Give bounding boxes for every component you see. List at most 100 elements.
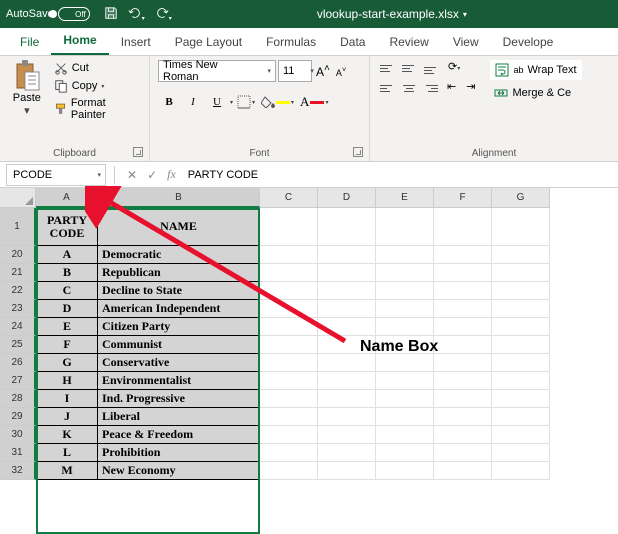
cell[interactable]: [376, 300, 434, 318]
cell[interactable]: American Independent: [98, 300, 260, 318]
align-right-icon[interactable]: [422, 80, 440, 96]
wrap-text-button[interactable]: abWrap Text: [490, 60, 581, 80]
row-header[interactable]: 30: [0, 426, 36, 444]
paste-button[interactable]: Paste ▾: [8, 60, 46, 146]
col-header-f[interactable]: F: [434, 188, 492, 208]
cell[interactable]: [260, 282, 318, 300]
cell[interactable]: [376, 264, 434, 282]
cell[interactable]: [260, 318, 318, 336]
autosave-toggle[interactable]: AutoSave Off: [6, 7, 90, 21]
cell[interactable]: [434, 282, 492, 300]
cell[interactable]: [434, 354, 492, 372]
row-header[interactable]: 20: [0, 246, 36, 264]
insert-function-icon[interactable]: fx: [167, 167, 176, 182]
cell[interactable]: [434, 390, 492, 408]
cell[interactable]: [492, 372, 550, 390]
cell[interactable]: [260, 372, 318, 390]
cell[interactable]: [434, 300, 492, 318]
cell[interactable]: L: [36, 444, 98, 462]
cell[interactable]: [492, 462, 550, 480]
cell[interactable]: Prohibition: [98, 444, 260, 462]
decrease-font-icon[interactable]: A˅: [334, 65, 348, 78]
cell[interactable]: [260, 426, 318, 444]
cell[interactable]: [492, 408, 550, 426]
cell[interactable]: [318, 208, 376, 246]
col-header-g[interactable]: G: [492, 188, 550, 208]
row-header[interactable]: 28: [0, 390, 36, 408]
cell[interactable]: [492, 300, 550, 318]
cell[interactable]: [434, 372, 492, 390]
cell[interactable]: [318, 282, 376, 300]
cell[interactable]: [492, 444, 550, 462]
cell[interactable]: [434, 336, 492, 354]
align-center-icon[interactable]: [400, 80, 418, 96]
col-header-a[interactable]: A: [36, 188, 98, 208]
select-all-corner[interactable]: [0, 188, 36, 208]
filename[interactable]: vlookup-start-example.xlsx ▾: [172, 7, 612, 21]
row-header[interactable]: 24: [0, 318, 36, 336]
row-header[interactable]: 26: [0, 354, 36, 372]
cell[interactable]: [260, 390, 318, 408]
cell[interactable]: [492, 318, 550, 336]
col-header-b[interactable]: B: [98, 188, 260, 208]
cell[interactable]: H: [36, 372, 98, 390]
row-header[interactable]: 22: [0, 282, 36, 300]
cell[interactable]: [260, 354, 318, 372]
tab-view[interactable]: View: [441, 31, 491, 55]
cell[interactable]: [434, 444, 492, 462]
cell[interactable]: [318, 354, 376, 372]
name-box[interactable]: PCODE▾: [6, 164, 106, 186]
cell[interactable]: [492, 264, 550, 282]
cell[interactable]: [318, 390, 376, 408]
cell[interactable]: [318, 408, 376, 426]
cell[interactable]: [434, 208, 492, 246]
cell[interactable]: [318, 426, 376, 444]
row-header[interactable]: 32: [0, 462, 36, 480]
row-header[interactable]: 27: [0, 372, 36, 390]
orientation-icon[interactable]: ⟳▾: [444, 60, 464, 76]
cell[interactable]: [376, 462, 434, 480]
cell[interactable]: Conservative: [98, 354, 260, 372]
cell[interactable]: J: [36, 408, 98, 426]
cell[interactable]: Environmentalist: [98, 372, 260, 390]
cell[interactable]: [492, 246, 550, 264]
enter-icon[interactable]: ✓: [147, 168, 157, 182]
cell[interactable]: [260, 300, 318, 318]
cell[interactable]: Citizen Party: [98, 318, 260, 336]
cell[interactable]: [260, 408, 318, 426]
cell[interactable]: NAME: [98, 208, 260, 246]
tab-insert[interactable]: Insert: [109, 31, 163, 55]
cell[interactable]: [260, 462, 318, 480]
align-left-icon[interactable]: [378, 80, 396, 96]
merge-center-button[interactable]: Merge & Ce: [490, 84, 581, 102]
tab-data[interactable]: Data: [328, 31, 377, 55]
cell[interactable]: F: [36, 336, 98, 354]
cell[interactable]: [492, 426, 550, 444]
cell[interactable]: D: [36, 300, 98, 318]
cell[interactable]: [492, 354, 550, 372]
align-top-icon[interactable]: [378, 60, 396, 76]
cell[interactable]: Communist: [98, 336, 260, 354]
dialog-launcher-icon[interactable]: [353, 147, 363, 157]
increase-font-icon[interactable]: A˄: [314, 63, 332, 79]
cell[interactable]: C: [36, 282, 98, 300]
cancel-icon[interactable]: ✕: [127, 168, 137, 182]
tab-home[interactable]: Home: [51, 29, 108, 55]
cell[interactable]: [434, 426, 492, 444]
cell[interactable]: [318, 444, 376, 462]
italic-button[interactable]: I: [182, 92, 204, 112]
cell[interactable]: E: [36, 318, 98, 336]
row-header[interactable]: 29: [0, 408, 36, 426]
cell[interactable]: [492, 390, 550, 408]
cell[interactable]: [434, 408, 492, 426]
cell[interactable]: [376, 318, 434, 336]
tab-formulas[interactable]: Formulas: [254, 31, 328, 55]
cell[interactable]: [318, 300, 376, 318]
cell[interactable]: [318, 246, 376, 264]
cell[interactable]: [260, 444, 318, 462]
cell[interactable]: Democratic: [98, 246, 260, 264]
cell[interactable]: M: [36, 462, 98, 480]
fill-color-button[interactable]: ▾: [259, 96, 296, 108]
cell[interactable]: [376, 426, 434, 444]
cell[interactable]: [318, 318, 376, 336]
